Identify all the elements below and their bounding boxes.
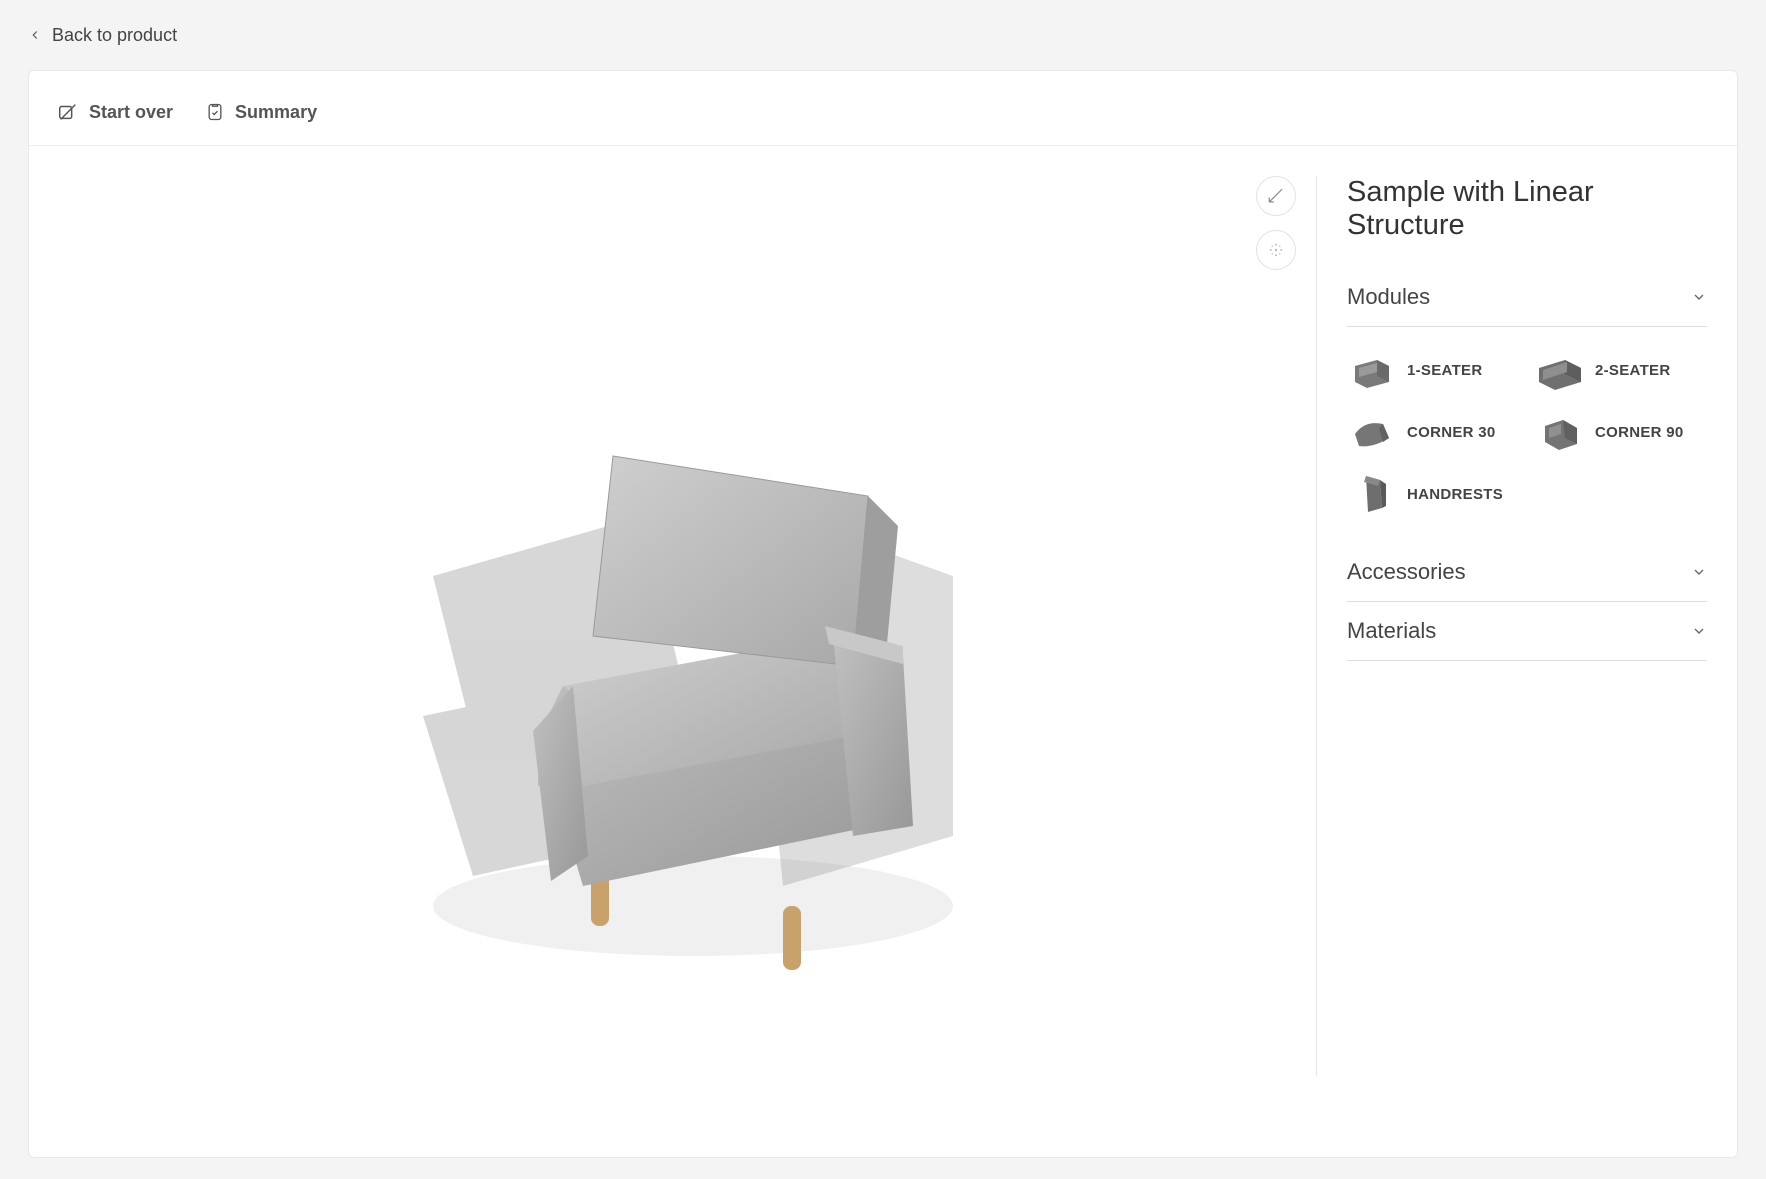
toolbar: Start over Summary (29, 71, 1737, 146)
product-title: Sample with Linear Structure (1347, 176, 1707, 242)
module-corner-90[interactable]: CORNER 90 (1535, 407, 1707, 457)
config-sidebar: Sample with Linear Structure Modules 1-S… (1317, 146, 1737, 1106)
module-handrests-icon (1347, 469, 1397, 519)
chevron-down-icon (1691, 564, 1707, 580)
section-modules-body: 1-SEATER 2-SEATER CORNER 30 (1347, 327, 1707, 543)
section-modules-title: Modules (1347, 284, 1430, 310)
configurator-card: Start over Summary (28, 70, 1738, 1158)
chevron-down-icon (1691, 289, 1707, 305)
ruler-icon (1267, 187, 1285, 205)
module-2-seater-icon (1535, 345, 1585, 395)
ar-view-button[interactable] (1256, 230, 1296, 270)
module-label: 1-SEATER (1407, 362, 1482, 379)
module-label: 2-SEATER (1595, 362, 1670, 379)
chevron-down-icon (1691, 623, 1707, 639)
back-link-label: Back to product (52, 25, 177, 46)
section-materials-header[interactable]: Materials (1347, 602, 1707, 661)
summary-button[interactable]: Summary (205, 101, 317, 123)
module-handrests[interactable]: HANDRESTS (1347, 469, 1519, 519)
module-label: CORNER 90 (1595, 424, 1684, 441)
summary-icon (205, 101, 225, 123)
section-accessories-header[interactable]: Accessories (1347, 543, 1707, 602)
module-corner-90-icon (1535, 407, 1585, 457)
back-to-product-link[interactable]: Back to product (28, 0, 1738, 70)
start-over-icon (57, 101, 79, 123)
module-1-seater[interactable]: 1-SEATER (1347, 345, 1519, 395)
product-render (59, 176, 1286, 1076)
ar-dots-icon (1267, 241, 1285, 259)
module-label: HANDRESTS (1407, 486, 1503, 503)
chevron-left-icon (28, 28, 42, 42)
module-1-seater-icon (1347, 345, 1397, 395)
start-over-button[interactable]: Start over (57, 101, 173, 123)
module-corner-30[interactable]: CORNER 30 (1347, 407, 1519, 457)
section-materials-title: Materials (1347, 618, 1436, 644)
module-2-seater[interactable]: 2-SEATER (1535, 345, 1707, 395)
module-corner-30-icon (1347, 407, 1397, 457)
summary-label: Summary (235, 102, 317, 123)
viewer-3d[interactable] (29, 146, 1316, 1106)
measure-button[interactable] (1256, 176, 1296, 216)
start-over-label: Start over (89, 102, 173, 123)
section-accessories-title: Accessories (1347, 559, 1466, 585)
section-modules-header[interactable]: Modules (1347, 268, 1707, 327)
module-label: CORNER 30 (1407, 424, 1496, 441)
